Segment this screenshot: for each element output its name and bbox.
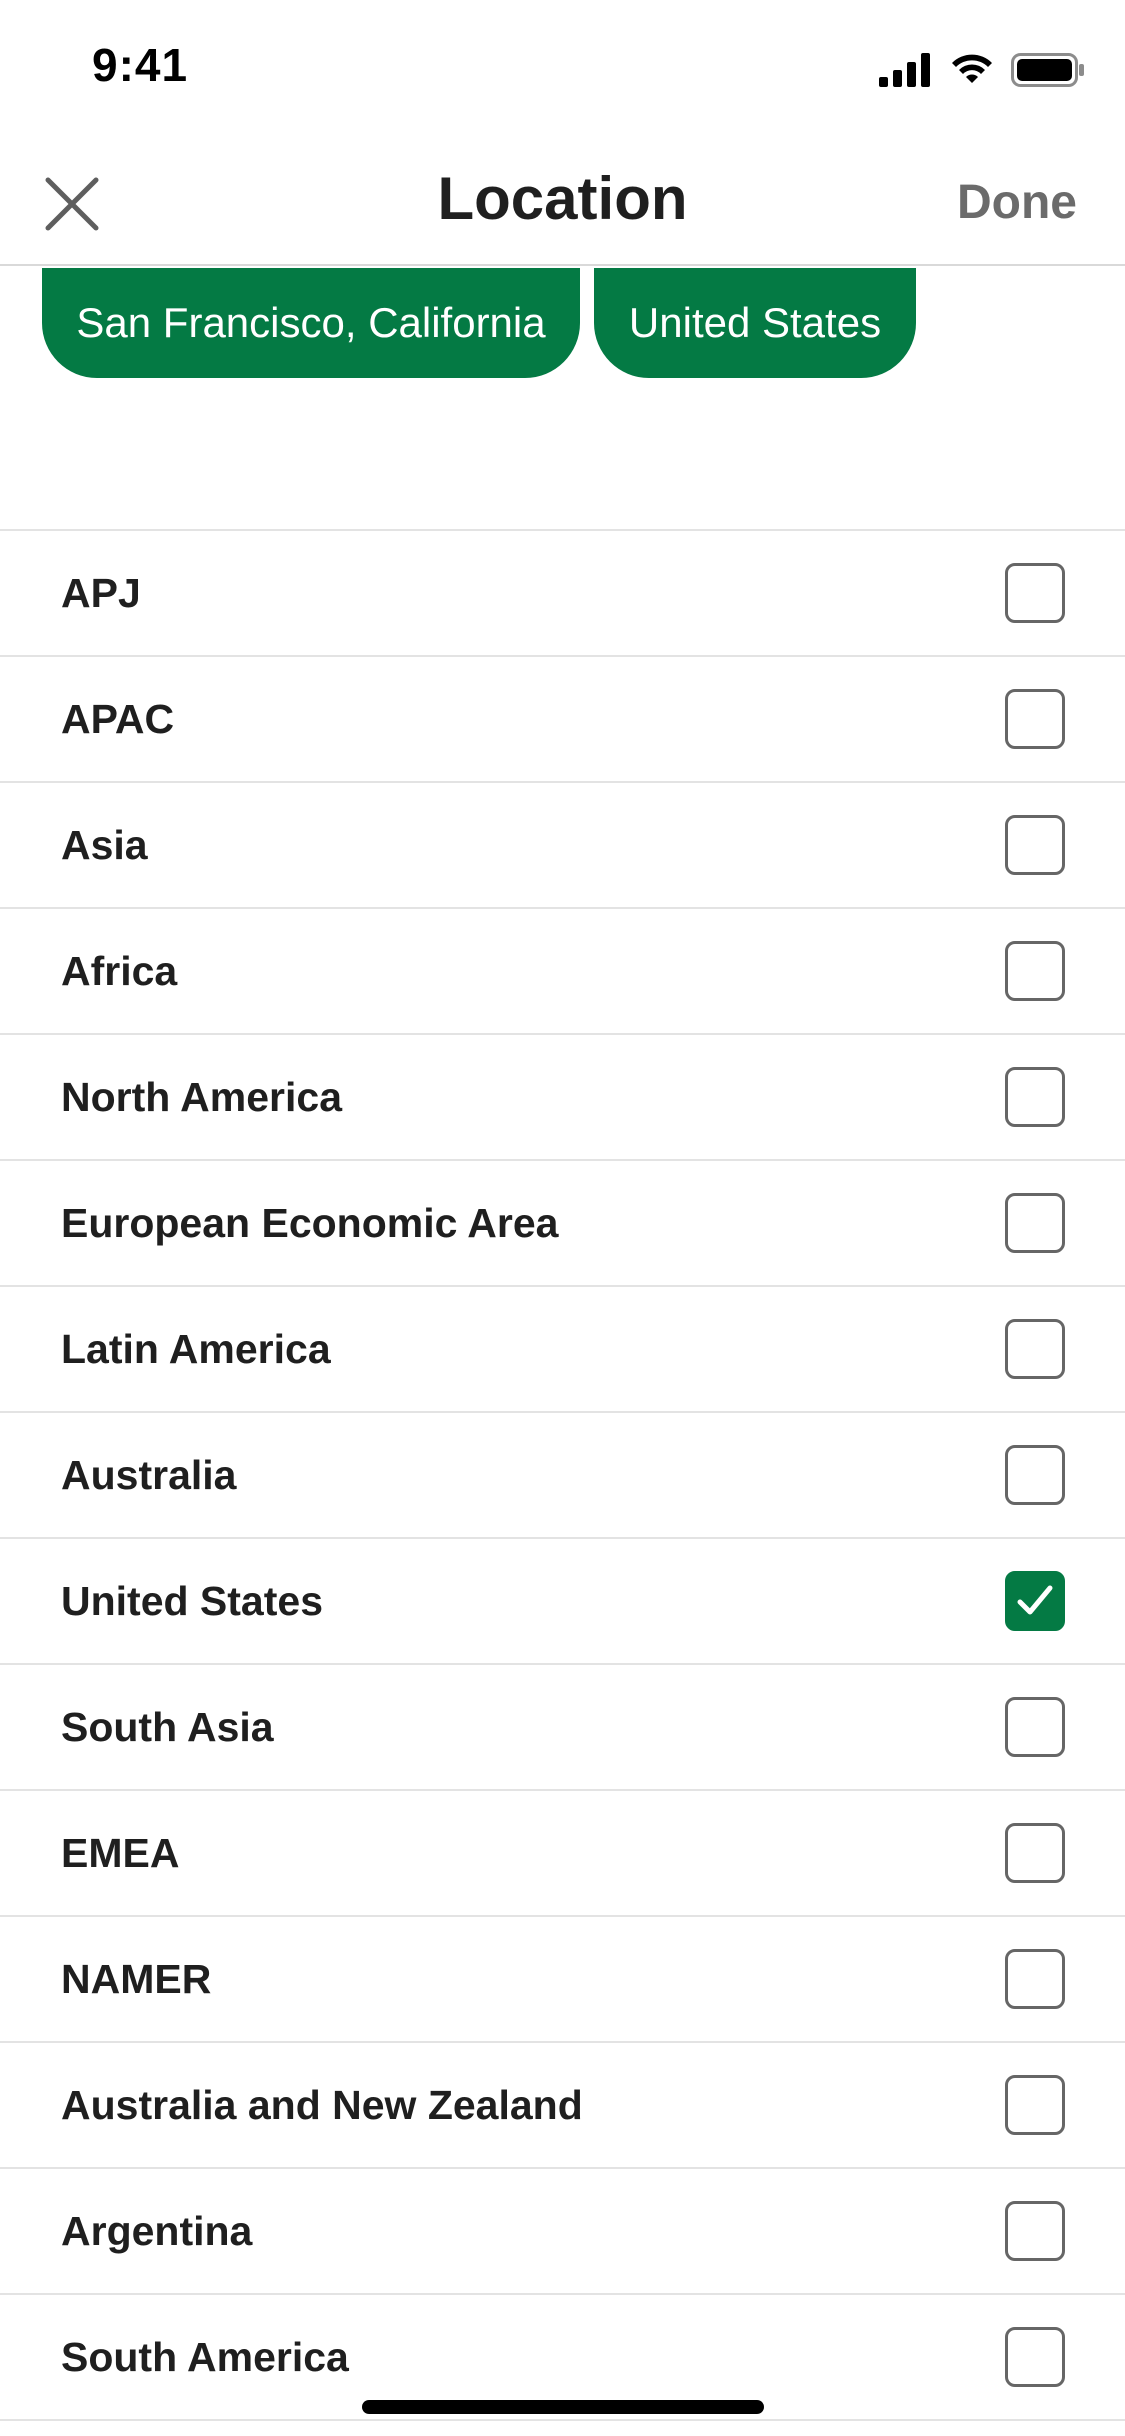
checkbox[interactable]: [1005, 1823, 1065, 1883]
list-item-label: United States: [61, 1577, 323, 1624]
list-item-label: Australia: [61, 1451, 237, 1498]
list-item[interactable]: Australia: [0, 1413, 1125, 1539]
checkbox[interactable]: [1005, 2327, 1065, 2387]
cellular-signal-icon: [879, 53, 930, 87]
checkbox[interactable]: [1005, 1697, 1065, 1757]
list-item-label: North America: [61, 1073, 342, 1120]
list-item[interactable]: Asia: [0, 783, 1125, 909]
status-bar: 9:41: [0, 0, 1125, 140]
checkbox[interactable]: [1005, 2201, 1065, 2261]
list-item-label: APJ: [61, 569, 141, 616]
list-item-label: NAMER: [61, 1955, 212, 2002]
location-list: APJ APAC Asia Africa North America European E…: [0, 529, 1125, 2421]
done-button[interactable]: Done: [957, 172, 1077, 234]
list-item-label: South America: [61, 2333, 349, 2380]
checkmark-icon: [1017, 1585, 1053, 1615]
checkbox[interactable]: [1005, 1445, 1065, 1505]
checkbox[interactable]: [1005, 689, 1065, 749]
list-item-label: Argentina: [61, 2207, 253, 2254]
list-item[interactable]: APAC: [0, 657, 1125, 783]
checkbox-checked[interactable]: [1005, 1571, 1065, 1631]
status-time: 9:41: [92, 39, 189, 91]
list-item-label: Australia and New Zealand: [61, 2081, 583, 2128]
list-item-label: Africa: [61, 947, 178, 994]
checkbox[interactable]: [1005, 563, 1065, 623]
checkbox[interactable]: [1005, 2075, 1065, 2135]
list-item[interactable]: South Asia: [0, 1665, 1125, 1791]
list-item[interactable]: United States: [0, 1539, 1125, 1665]
location-filter-screen: 9:41 Location Done San Francisco, Califo…: [0, 0, 1125, 2436]
checkbox[interactable]: [1005, 815, 1065, 875]
list-item-label: EMEA: [61, 1829, 180, 1876]
list-item-label: Latin America: [61, 1325, 331, 1372]
selected-chips: San Francisco, California United States: [42, 268, 916, 378]
list-item[interactable]: APJ: [0, 531, 1125, 657]
list-item[interactable]: European Economic Area: [0, 1161, 1125, 1287]
list-item[interactable]: Argentina: [0, 2169, 1125, 2295]
wifi-icon: [952, 54, 992, 83]
list-item-label: European Economic Area: [61, 1199, 559, 1246]
list-item[interactable]: Australia and New Zealand: [0, 2043, 1125, 2169]
checkbox[interactable]: [1005, 1319, 1065, 1379]
checkbox[interactable]: [1005, 941, 1065, 1001]
nav-bar: Location Done: [0, 140, 1125, 266]
chip-united-states[interactable]: United States: [594, 268, 916, 378]
list-item[interactable]: Africa: [0, 909, 1125, 1035]
checkbox[interactable]: [1005, 1067, 1065, 1127]
list-item[interactable]: EMEA: [0, 1791, 1125, 1917]
list-item-label: South Asia: [61, 1703, 274, 1750]
home-indicator: [362, 2400, 764, 2414]
list-item[interactable]: North America: [0, 1035, 1125, 1161]
status-icons: [879, 48, 1085, 92]
battery-icon: [1011, 53, 1084, 87]
checkbox[interactable]: [1005, 1949, 1065, 2009]
chip-san-francisco[interactable]: San Francisco, California: [42, 268, 580, 378]
list-item-label: Asia: [61, 821, 148, 868]
list-item[interactable]: Latin America: [0, 1287, 1125, 1413]
list-item-label: APAC: [61, 695, 175, 742]
list-item[interactable]: NAMER: [0, 1917, 1125, 2043]
checkbox[interactable]: [1005, 1193, 1065, 1253]
